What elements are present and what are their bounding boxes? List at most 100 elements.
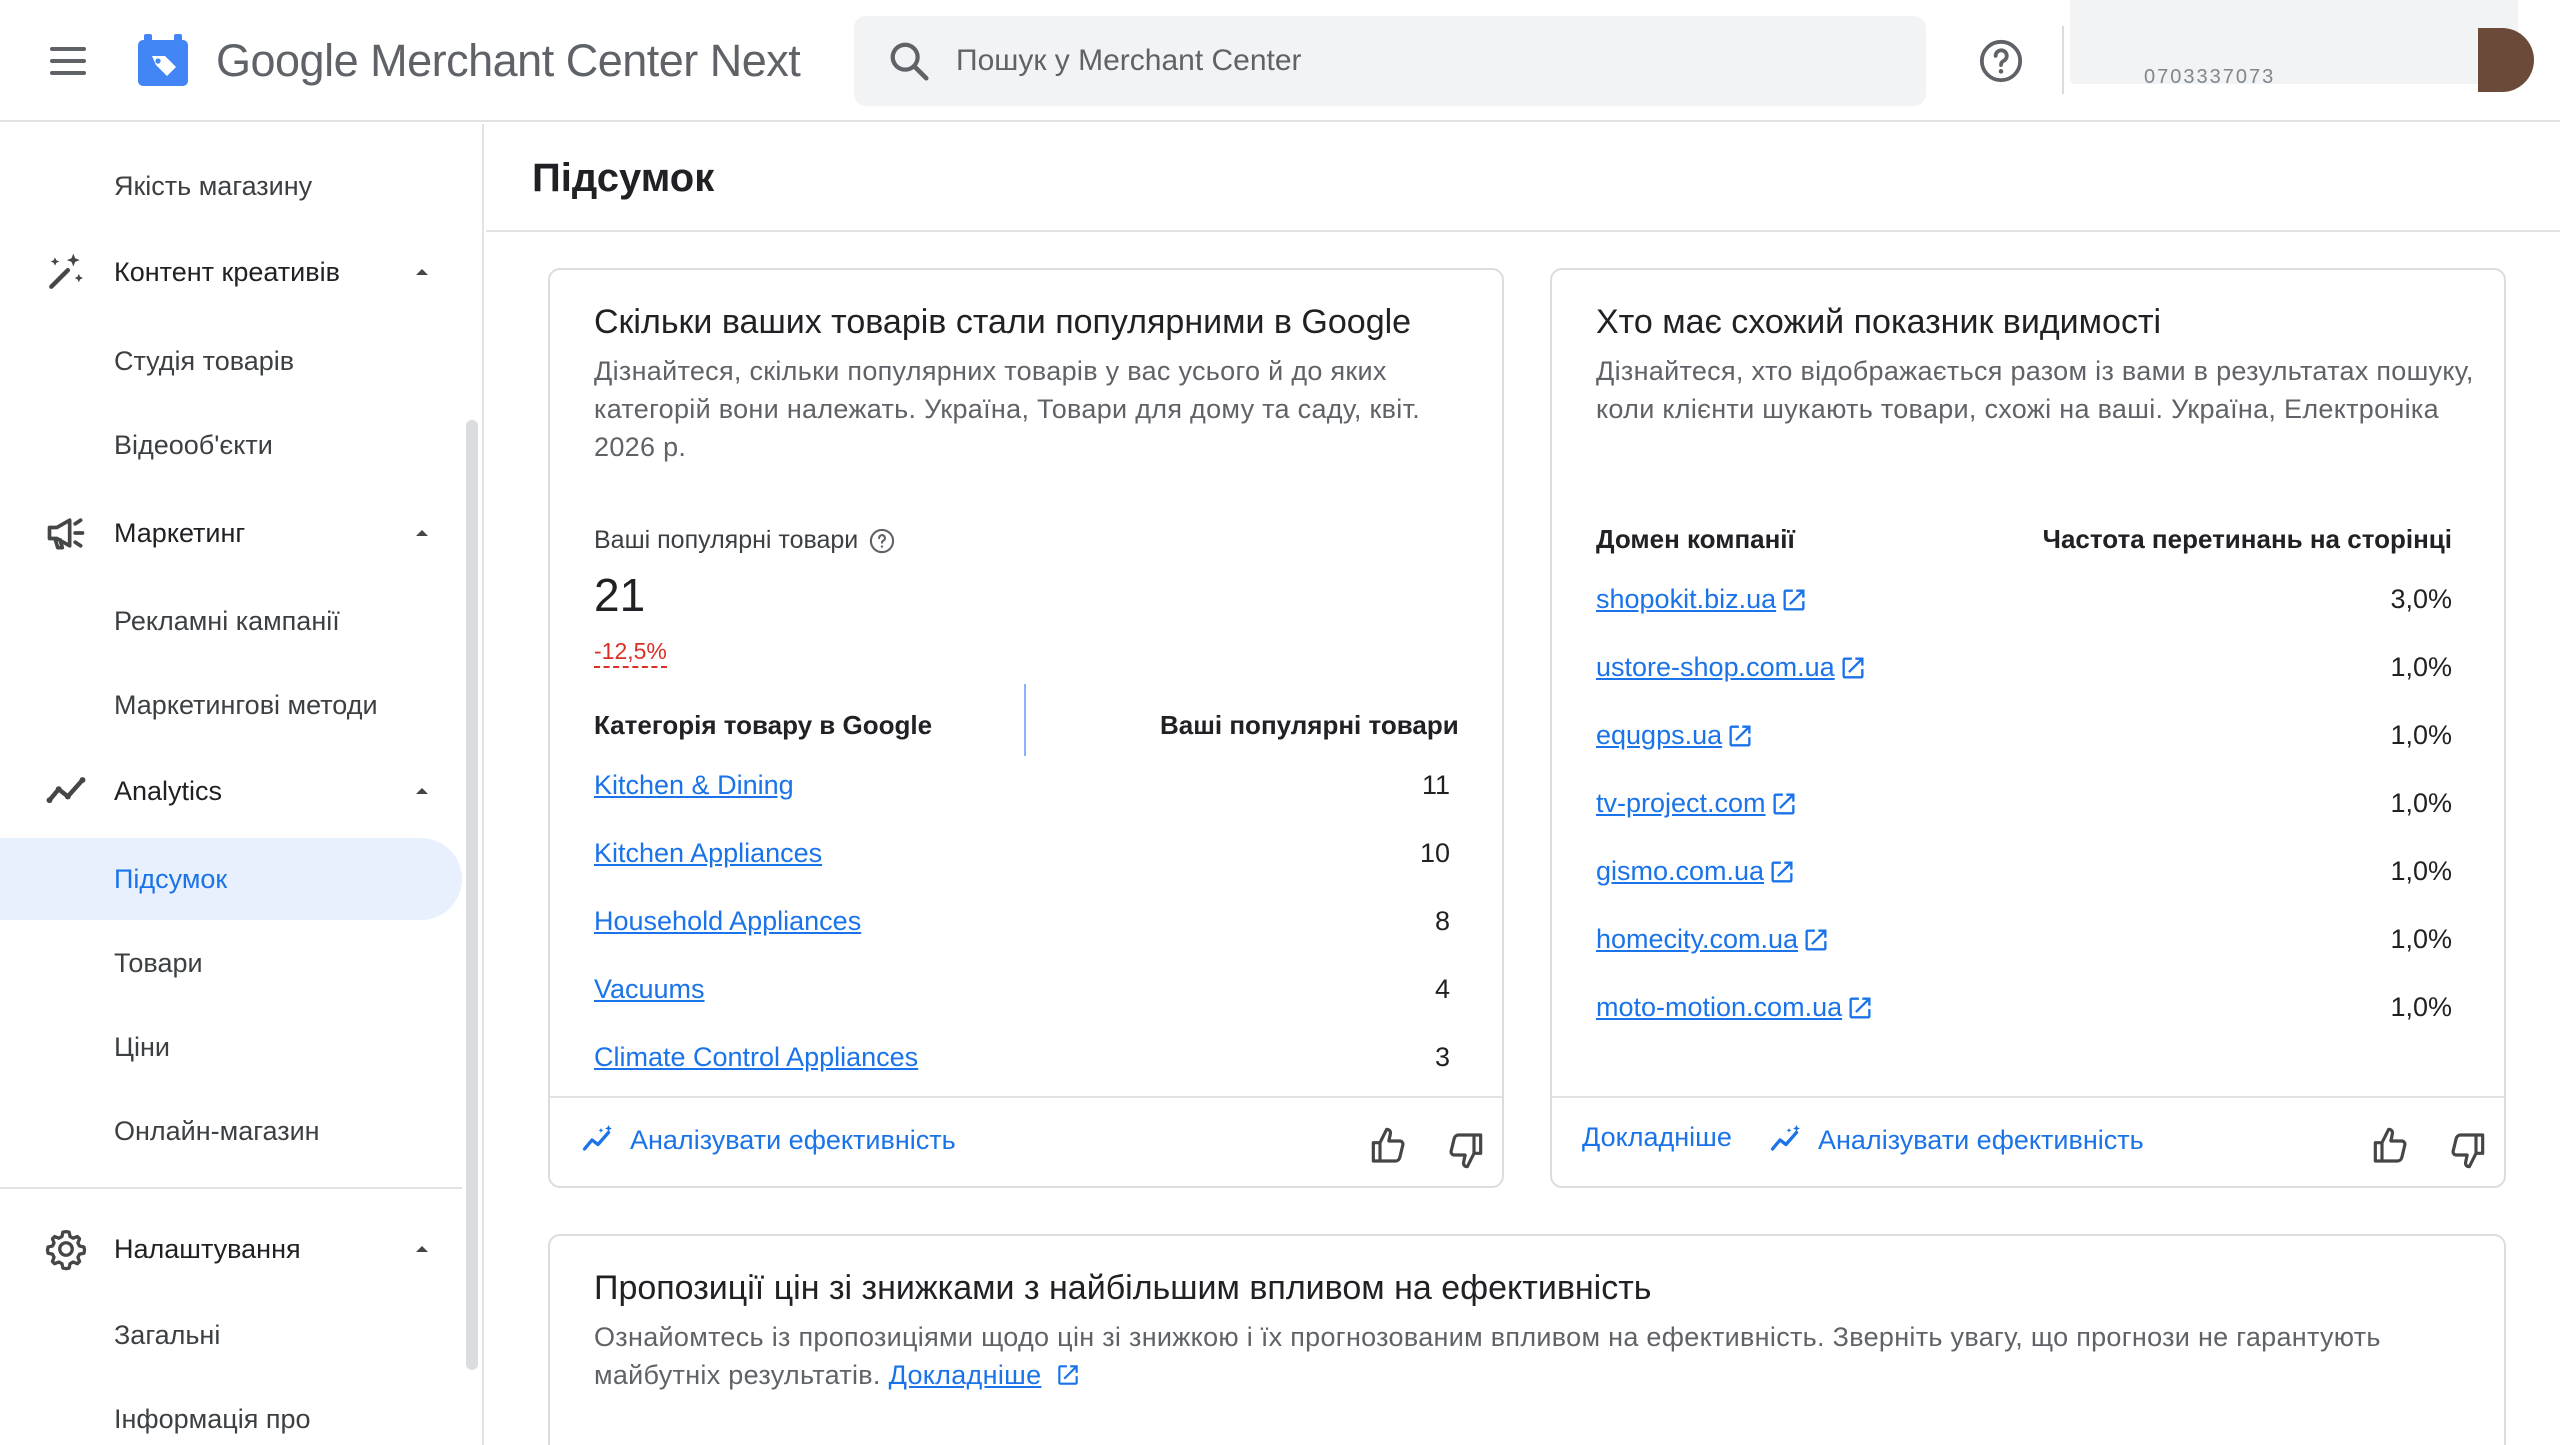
sidebar-group-analytics[interactable]: Analytics xyxy=(0,750,462,832)
sidebar-divider xyxy=(0,1187,462,1189)
column-resize-handle[interactable] xyxy=(1024,684,1026,756)
analyze-performance-button[interactable]: Аналізувати ефективність xyxy=(1768,1122,2144,1158)
caret-up-icon xyxy=(416,530,428,536)
sidebar-item-online-store[interactable]: Онлайн-магазин xyxy=(0,1090,462,1172)
help-circle-icon[interactable] xyxy=(868,527,896,555)
external-link-icon xyxy=(1849,997,1871,1018)
hamburger-icon-line xyxy=(50,71,86,75)
sidebar-item-video-assets[interactable]: Відеооб'єкти xyxy=(0,404,462,486)
account-switcher[interactable] xyxy=(2070,0,2518,84)
search-input[interactable] xyxy=(956,44,1856,78)
column-header-category[interactable]: Категорія товару в Google xyxy=(594,710,932,741)
domain-link[interactable]: tv-project.com xyxy=(1596,788,1798,819)
metric-value: 21 xyxy=(594,569,646,621)
sidebar-item-product-studio[interactable]: Студія товарів xyxy=(0,320,462,402)
sidebar-item-label: Маркетингові методи xyxy=(114,689,378,720)
domain-link[interactable]: moto-motion.com.ua xyxy=(1596,992,1874,1023)
sidebar-item-products[interactable]: Товари xyxy=(0,922,462,1004)
sidebar-item-label: Рекламні кампанії xyxy=(114,605,340,636)
category-link[interactable]: Vacuums xyxy=(594,974,705,1005)
category-link[interactable]: Climate Control Appliances xyxy=(594,1042,918,1073)
discount-proposals-card: Пропозиції цін зі знижками з найбільшим … xyxy=(548,1234,2506,1445)
sidebar-scrollbar[interactable] xyxy=(466,420,478,1370)
domain-text: gismo.com.ua xyxy=(1596,856,1765,886)
card-title: Хто має схожий показник видимості xyxy=(1596,303,2162,341)
sidebar-item-label: Analytics xyxy=(114,775,223,806)
sidebar-item-marketing-methods[interactable]: Маркетингові методи xyxy=(0,664,462,746)
megaphone-icon xyxy=(47,518,85,550)
card-footer-divider xyxy=(550,1096,1502,1098)
sidebar-item-label: Онлайн-магазин xyxy=(114,1115,320,1146)
domain-link[interactable]: equgps.ua xyxy=(1596,720,1754,751)
app-name[interactable]: Google Merchant Center Next xyxy=(216,28,801,94)
details-button[interactable]: Докладніше xyxy=(1582,1122,1732,1153)
analyze-performance-label: Аналізувати ефективність xyxy=(1818,1124,2144,1155)
domain-text: tv-project.com xyxy=(1596,788,1766,818)
sidebar-item-general[interactable]: Загальні xyxy=(0,1294,462,1376)
domain-link[interactable]: gismo.com.ua xyxy=(1596,856,1796,887)
sidebar-item-prices[interactable]: Ціни xyxy=(0,1006,462,1088)
external-link-icon xyxy=(1729,725,1751,746)
sidebar-item-ad-campaigns[interactable]: Рекламні кампанії xyxy=(0,580,462,662)
column-header-domain[interactable]: Домен компанії xyxy=(1596,524,1795,555)
metric-label-text: Ваші популярні товари xyxy=(594,526,859,554)
thumb-down-icon[interactable] xyxy=(1444,1130,1484,1170)
sidebar-group-creative-content[interactable]: Контент креативів xyxy=(0,231,462,313)
main-menu-button[interactable] xyxy=(40,36,96,86)
gear-icon xyxy=(45,1229,87,1271)
overlap-value: 3,0% xyxy=(2390,584,2452,614)
sidebar-item-label: Ціни xyxy=(114,1031,170,1062)
account-id: 0703337073 xyxy=(2144,66,2276,88)
details-link[interactable]: Докладніше xyxy=(889,1360,1042,1390)
sidebar-item-label: Контент креативів xyxy=(114,256,340,287)
domain-link[interactable]: ustore-shop.com.ua xyxy=(1596,652,1867,683)
caret-up-icon xyxy=(416,788,428,794)
details-label: Докладніше xyxy=(1582,1122,1732,1152)
sidebar-group-marketing[interactable]: Маркетинг xyxy=(0,492,462,574)
card-description: Ознайомтесь із пропозиціями щодо цін зі … xyxy=(594,1318,2474,1394)
insights-icon xyxy=(582,1125,612,1151)
analyze-performance-button[interactable]: Аналізувати ефективність xyxy=(580,1122,956,1158)
category-count: 8 xyxy=(1434,906,1450,936)
help-icon[interactable] xyxy=(1978,38,2024,84)
category-count: 11 xyxy=(1421,770,1450,800)
sidebar-item-label: Налаштування xyxy=(114,1233,301,1264)
sidebar-item-label: Загальні xyxy=(114,1319,221,1350)
sidebar-item-store-quality[interactable]: Якість магазину xyxy=(0,145,462,227)
column-header-popular-count[interactable]: Ваші популярні товари xyxy=(1160,710,1459,741)
page-title: Підсумок xyxy=(532,156,715,200)
sidebar-group-settings[interactable]: Налаштування xyxy=(0,1208,462,1290)
thumb-up-icon[interactable] xyxy=(2372,1126,2412,1166)
overlap-value: 1,0% xyxy=(2390,992,2452,1022)
search-icon xyxy=(890,42,929,81)
similar-visibility-card: Хто має схожий показник видимості Дізнай… xyxy=(1550,268,2506,1188)
search-bar[interactable] xyxy=(854,16,1926,106)
domain-link[interactable]: homecity.com.ua xyxy=(1596,924,1830,955)
category-link[interactable]: Kitchen & Dining xyxy=(594,770,794,801)
metric-delta[interactable]: -12,5% xyxy=(594,636,667,668)
sidebar-item-business-info[interactable]: Інформація про xyxy=(0,1378,462,1445)
sidebar-item-summary[interactable]: Підсумок xyxy=(0,838,462,920)
category-link[interactable]: Household Appliances xyxy=(594,906,861,937)
avatar[interactable] xyxy=(2478,28,2534,92)
category-link[interactable]: Kitchen Appliances xyxy=(594,838,822,869)
caret-up-icon xyxy=(416,1246,428,1252)
card-description: Дізнайтеся, скільки популярних товарів у… xyxy=(594,356,1421,462)
domain-text: equgps.ua xyxy=(1596,720,1723,750)
column-header-overlap[interactable]: Частота перетинань на сторінці xyxy=(1982,524,2452,555)
metric-label: Ваші популярні товари xyxy=(594,526,896,555)
thumb-up-icon[interactable] xyxy=(1370,1126,1410,1166)
sidebar: Якість магазину Контент креативів Студія… xyxy=(0,124,484,1445)
domain-link[interactable]: shopokit.biz.ua xyxy=(1596,584,1808,615)
external-link-icon xyxy=(1842,657,1864,678)
thumb-down-icon[interactable] xyxy=(2446,1130,2486,1170)
sidebar-item-label: Товари xyxy=(114,947,203,978)
hamburger-icon-line xyxy=(50,59,86,63)
top-app-bar: Google Merchant Center Next 0703337073 xyxy=(0,0,2560,122)
merchant-center-logo-icon[interactable] xyxy=(134,32,192,90)
external-link-icon xyxy=(1783,589,1805,610)
external-link-icon xyxy=(1058,1365,1078,1385)
magic-wand-icon xyxy=(49,253,84,289)
external-link-icon xyxy=(1773,793,1795,814)
analyze-performance-label: Аналізувати ефективність xyxy=(630,1124,956,1155)
